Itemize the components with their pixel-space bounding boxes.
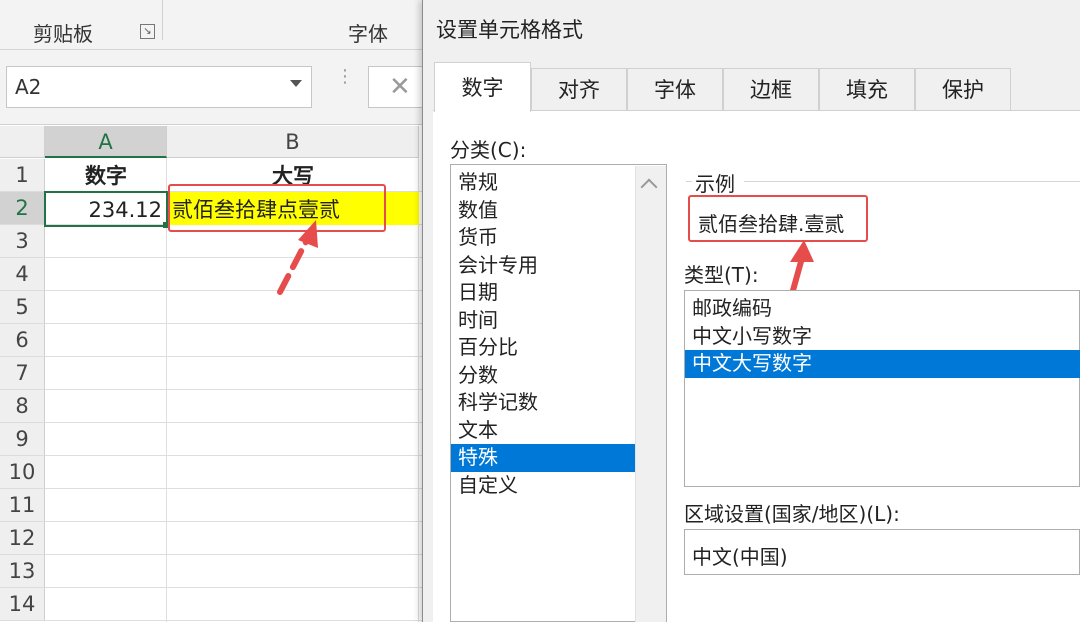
row-gridline xyxy=(45,257,425,258)
ribbon-group-clipboard-label: 剪贴板 xyxy=(33,22,93,46)
row-gridline xyxy=(45,521,425,522)
type-item-chinese-uppercase[interactable]: 中文大写数字 xyxy=(685,350,1080,378)
annotation-box xyxy=(688,195,868,242)
category-item-percentage[interactable]: 百分比 xyxy=(451,334,635,362)
category-item-time[interactable]: 时间 xyxy=(451,307,635,335)
column-header-b[interactable]: B xyxy=(167,126,419,158)
row-gridline xyxy=(45,323,425,324)
category-item-accounting[interactable]: 会计专用 xyxy=(451,252,635,280)
category-scrollbar[interactable] xyxy=(635,166,666,622)
category-item-scientific[interactable]: 科学记数 xyxy=(451,389,635,417)
row-gridline xyxy=(45,554,425,555)
tab-font[interactable]: 字体 xyxy=(627,68,723,110)
row-header-11[interactable]: 11 xyxy=(0,489,45,522)
tab-alignment[interactable]: 对齐 xyxy=(531,68,627,110)
tab-border[interactable]: 边框 xyxy=(723,68,819,110)
tab-protection[interactable]: 保护 xyxy=(915,68,1011,110)
sample-label: 示例 xyxy=(695,172,735,196)
type-list: 邮政编码 中文小写数字 中文大写数字 xyxy=(685,295,1080,378)
row-gridline xyxy=(45,455,425,456)
row-header-7[interactable]: 7 xyxy=(0,357,45,390)
row-header-2[interactable]: 2 xyxy=(0,192,45,225)
category-item-date[interactable]: 日期 xyxy=(451,279,635,307)
dialog-title: 设置单元格格式 xyxy=(436,18,583,42)
annotation-arrow xyxy=(277,220,318,295)
row-header-12[interactable]: 12 xyxy=(0,522,45,555)
row-gridline xyxy=(45,290,425,291)
category-item-special[interactable]: 特殊 xyxy=(451,444,635,472)
locale-value: 中文(中国) xyxy=(692,545,788,569)
row-header-5[interactable]: 5 xyxy=(0,291,45,324)
category-item-number[interactable]: 数值 xyxy=(451,197,635,225)
type-item-chinese-lowercase[interactable]: 中文小写数字 xyxy=(685,323,1080,351)
name-box[interactable]: A2 xyxy=(6,66,312,108)
row-gridline xyxy=(45,356,425,357)
dialog-launcher-icon[interactable]: ↘ xyxy=(140,24,155,39)
row-gridline xyxy=(45,488,425,489)
sample-group-border xyxy=(686,181,692,182)
row-header-6[interactable]: 6 xyxy=(0,324,45,357)
ribbon-group-font-label: 字体 xyxy=(348,22,388,46)
row-header-3[interactable]: 3 xyxy=(0,225,45,258)
cancel-entry-button[interactable]: ✕ xyxy=(368,66,428,108)
row-header-1[interactable]: 1 xyxy=(0,159,45,192)
tab-fill[interactable]: 填充 xyxy=(819,68,915,110)
category-list: 常规 数值 货币 会计专用 日期 时间 百分比 分数 科学记数 文本 特殊 自定… xyxy=(451,169,635,499)
row-gridline xyxy=(45,422,425,423)
category-item-fraction[interactable]: 分数 xyxy=(451,362,635,390)
category-item-custom[interactable]: 自定义 xyxy=(451,472,635,500)
locale-label: 区域设置(国家/地区)(L): xyxy=(684,502,900,526)
type-label: 类型(T): xyxy=(684,263,759,287)
row-header-13[interactable]: 13 xyxy=(0,555,45,588)
drag-handle-icon[interactable]: ⋮ xyxy=(336,68,354,102)
category-item-text[interactable]: 文本 xyxy=(451,417,635,445)
ribbon-separator xyxy=(162,0,163,40)
row-header-4[interactable]: 4 xyxy=(0,258,45,291)
row-header-10[interactable]: 10 xyxy=(0,456,45,489)
sample-group-border xyxy=(744,181,1080,182)
row-gridline xyxy=(45,587,425,588)
category-label: 分类(C): xyxy=(450,138,527,162)
row-header-14[interactable]: 14 xyxy=(0,588,45,621)
column-gridline xyxy=(418,158,419,622)
cell-a1[interactable]: 数字 xyxy=(46,160,166,192)
row-header-8[interactable]: 8 xyxy=(0,390,45,423)
select-all-corner[interactable] xyxy=(0,126,45,158)
row-header-9[interactable]: 9 xyxy=(0,423,45,456)
chevron-down-icon[interactable] xyxy=(290,80,302,87)
row-gridline xyxy=(45,620,425,621)
type-item-postal-code[interactable]: 邮政编码 xyxy=(685,295,1080,323)
category-item-currency[interactable]: 货币 xyxy=(451,224,635,252)
active-cell-border xyxy=(44,191,168,227)
row-gridline xyxy=(45,389,425,390)
category-item-general[interactable]: 常规 xyxy=(451,169,635,197)
column-header-a[interactable]: A xyxy=(45,126,167,158)
tab-number[interactable]: 数字 xyxy=(434,62,531,112)
